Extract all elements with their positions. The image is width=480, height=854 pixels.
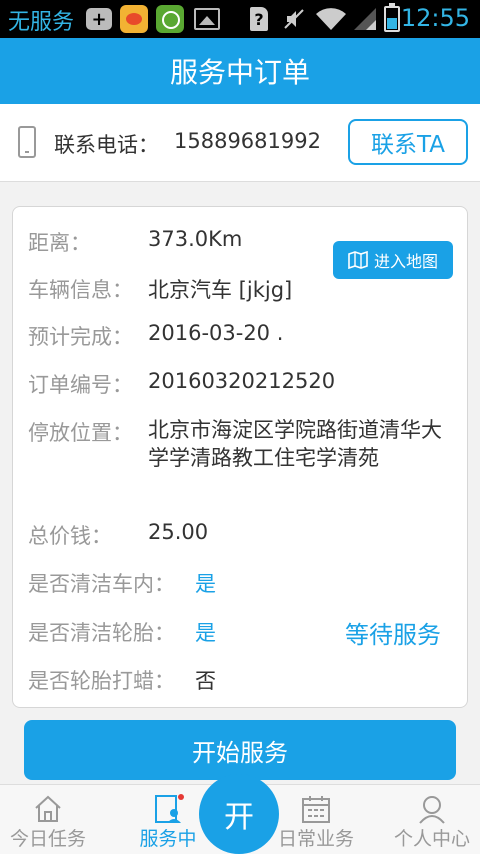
start-service-button[interactable]: 开始服务	[24, 720, 456, 780]
parking-location-value: 北京市海淀区学院路街道清华大学学清路教工住宅学清苑	[148, 418, 442, 470]
tab-today-tasks[interactable]: 今日任务	[0, 785, 96, 854]
status-bar: 无服务 + ? 12:55	[0, 0, 480, 38]
order-number-value: 20160320212520	[148, 369, 336, 393]
est-completion-value: 2016-03-20 .	[148, 321, 284, 345]
vehicle-info-value: 北京汽车 [jkjg]	[148, 278, 293, 302]
sim-icon: ?	[250, 7, 268, 31]
page-title: 服务中订单	[169, 56, 310, 89]
distance-value: 373.0Km	[148, 227, 243, 251]
plus-notification-icon: +	[86, 8, 112, 30]
signal-icon	[352, 6, 378, 32]
image-notification-icon	[194, 8, 220, 30]
enter-map-label: 进入地图	[373, 252, 438, 271]
clock: 12:55	[400, 4, 470, 32]
order-number-label: 订单编号：	[28, 373, 133, 397]
wifi-icon	[314, 6, 348, 32]
clean-tires-label: 是否清洁轮胎：	[28, 621, 175, 645]
clean-interior-value: 是	[195, 572, 216, 596]
tab-personal-center-label: 个人中心	[393, 828, 470, 850]
tab-today-tasks-label: 今日任务	[9, 828, 86, 850]
mute-icon	[282, 7, 306, 31]
total-price-label: 总价钱：	[28, 524, 112, 548]
carrier-text: 无服务	[8, 10, 75, 35]
map-icon	[348, 251, 368, 269]
contact-phone-label: 联系电话：	[54, 133, 159, 157]
in-service-icon	[155, 794, 184, 823]
parking-location-label: 停放位置：	[28, 421, 133, 445]
order-status: 等待服务	[345, 621, 441, 649]
vehicle-info-label: 车辆信息：	[28, 278, 133, 302]
tab-personal-center[interactable]: 个人中心	[384, 785, 480, 854]
clean-tires-value: 是	[195, 621, 216, 645]
enter-map-button[interactable]: 进入地图	[333, 241, 453, 279]
tire-wax-value: 否	[195, 669, 216, 693]
app-header: 服务中订单	[0, 38, 480, 104]
person-icon	[419, 796, 445, 824]
distance-label: 距离：	[28, 231, 91, 255]
tire-wax-label: 是否轮胎打蜡：	[28, 669, 175, 693]
tab-daily-business[interactable]: 日常业务	[268, 785, 364, 854]
home-icon	[35, 795, 61, 822]
clean-interior-label: 是否清洁车内：	[28, 572, 175, 596]
app-notification-icon	[120, 5, 148, 33]
center-open-button[interactable]: 开	[199, 774, 279, 854]
est-completion-label: 预计完成：	[28, 325, 133, 349]
phone-icon	[18, 126, 36, 158]
order-card: 距离： 373.0Km 进入地图 车辆信息： 北京汽车 [jkjg] 预计完成：…	[12, 206, 468, 708]
tab-daily-business-label: 日常业务	[277, 828, 354, 850]
battery-icon	[384, 3, 400, 32]
green-app-notification-icon	[156, 5, 184, 33]
total-price-value: 25.00	[148, 520, 209, 544]
contact-phone-number: 15889681992	[174, 129, 321, 153]
contact-ta-button[interactable]: 联系TA	[348, 119, 468, 165]
calendar-icon	[302, 796, 330, 823]
contact-bar: 联系电话： 15889681992 联系TA	[0, 104, 480, 182]
